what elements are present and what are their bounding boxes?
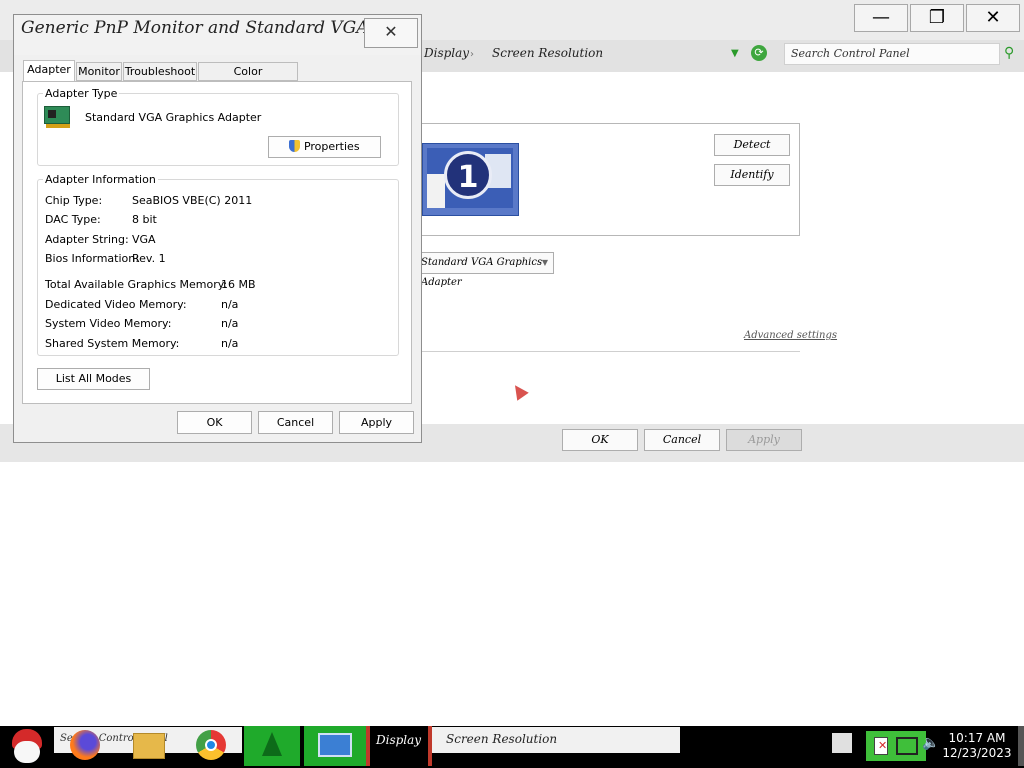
adapter-information-heading: Adapter Information (43, 173, 158, 186)
volume-icon[interactable]: 🔈 (922, 735, 939, 751)
dac-type-label: DAC Type: (45, 213, 101, 226)
monitor-1-preview[interactable]: 1 (422, 143, 519, 216)
detect-button[interactable]: Detect (714, 134, 790, 156)
taskbar-item-screen-resolution[interactable]: Screen Resolution (432, 727, 680, 753)
total-memory-label: Total Available Graphics Memory: (45, 278, 228, 291)
file-explorer-icon[interactable] (133, 733, 165, 759)
tab-color-management[interactable]: Color Management (198, 62, 298, 95)
adapter-string-value: VGA (132, 233, 156, 246)
minimize-button[interactable]: — (854, 4, 908, 32)
breadcrumb-separator-icon: › (470, 49, 474, 60)
graphics-card-icon (44, 104, 72, 130)
cancel-button[interactable]: Cancel (644, 429, 720, 451)
minimize-icon: — (872, 7, 890, 28)
taskbar-item-label: Screen Resolution (446, 732, 558, 746)
bios-information-label: Bios Information: (45, 252, 139, 265)
clock-time: 10:17 AM (948, 731, 1006, 745)
system-memory-value: n/a (221, 317, 239, 330)
list-all-modes-button[interactable]: List All Modes (37, 368, 150, 390)
divider (410, 351, 800, 352)
show-desktop-button[interactable] (1018, 726, 1024, 766)
ok-button[interactable]: OK (562, 429, 638, 451)
search-placeholder: Search Control Panel (791, 47, 910, 60)
action-center-icon[interactable]: ✕ (874, 737, 888, 755)
taskbar-item-display-settings[interactable] (304, 726, 366, 766)
display-settings-icon (318, 733, 352, 757)
system-tray: ✕ (866, 731, 926, 761)
tab-adapter[interactable]: Adapter (23, 60, 75, 82)
adapter-name: Standard VGA Graphics Adapter (85, 111, 262, 124)
dialog-ok-button[interactable]: OK (177, 411, 252, 434)
adapter-type-heading: Adapter Type (43, 87, 120, 100)
adapter-string-label: Adapter String: (45, 233, 129, 246)
properties-button[interactable]: Properties (268, 136, 381, 158)
properties-label: Properties (303, 140, 360, 153)
taskbar-item-display[interactable]: Display (376, 733, 421, 747)
tab-monitor[interactable]: Monitor (76, 62, 122, 81)
advanced-settings-link[interactable]: Advanced settings (744, 330, 837, 341)
tab-troubleshoot[interactable]: Troubleshoot (123, 62, 197, 81)
clock-date: 12/23/2023 (942, 746, 1012, 760)
christmas-tree-icon (262, 732, 282, 756)
breadcrumb-screen-resolution[interactable]: Screen Resolution (492, 46, 603, 64)
taskbar-divider (366, 726, 370, 766)
identify-button[interactable]: Identify (714, 164, 790, 186)
network-icon[interactable] (896, 737, 918, 755)
search-input[interactable]: Search Control Panel (784, 43, 1000, 65)
dedicated-memory-label: Dedicated Video Memory: (45, 298, 187, 311)
address-dropdown-icon[interactable]: ▼ (731, 48, 739, 59)
chevron-down-icon: ▼ (541, 258, 548, 267)
santa-face-icon (14, 741, 40, 763)
shared-memory-label: Shared System Memory: (45, 337, 180, 350)
bios-information-value: Rev. 1 (132, 252, 166, 265)
dedicated-memory-value: n/a (221, 298, 239, 311)
monitor-window-icon (427, 174, 445, 208)
breadcrumb-display[interactable]: Display (424, 46, 469, 64)
apply-button-disabled[interactable]: Apply (726, 429, 802, 451)
dialog-close-button[interactable]: ✕ (364, 18, 418, 48)
chrome-icon[interactable] (196, 730, 226, 760)
taskbar-clock[interactable]: 10:17 AM 12/23/2023 (940, 731, 1014, 761)
taskbar-item-christmas-tree[interactable] (244, 726, 300, 766)
firefox-icon[interactable] (70, 730, 100, 760)
start-button[interactable] (4, 727, 50, 767)
close-icon: ✕ (384, 22, 398, 41)
chip-type-label: Chip Type: (45, 194, 103, 207)
dac-type-value: 8 bit (132, 213, 157, 226)
search-icon[interactable]: ⚲ (1004, 45, 1014, 61)
shared-memory-value: n/a (221, 337, 239, 350)
restore-icon: ❐ (928, 7, 946, 28)
shield-icon (289, 140, 301, 152)
dialog-title: Generic PnP Monitor and Standard VGA ... (21, 18, 391, 38)
refresh-icon[interactable]: ⟳ (751, 45, 767, 61)
restore-button[interactable]: ❐ (910, 4, 964, 32)
show-hidden-icons[interactable] (832, 733, 852, 753)
dialog-apply-button[interactable]: Apply (339, 411, 414, 434)
chip-type-value: SeaBIOS VBE(C) 2011 (132, 194, 253, 207)
display-select[interactable]: Standard VGA Graphics Adapter ▼ (410, 252, 554, 288)
total-memory-value: 16 MB (221, 278, 256, 291)
system-memory-label: System Video Memory: (45, 317, 172, 330)
close-button[interactable]: ✕ (966, 4, 1020, 32)
dialog-cancel-button[interactable]: Cancel (258, 411, 333, 434)
monitor-number: 1 (444, 151, 492, 199)
close-icon: ✕ (985, 7, 1001, 28)
